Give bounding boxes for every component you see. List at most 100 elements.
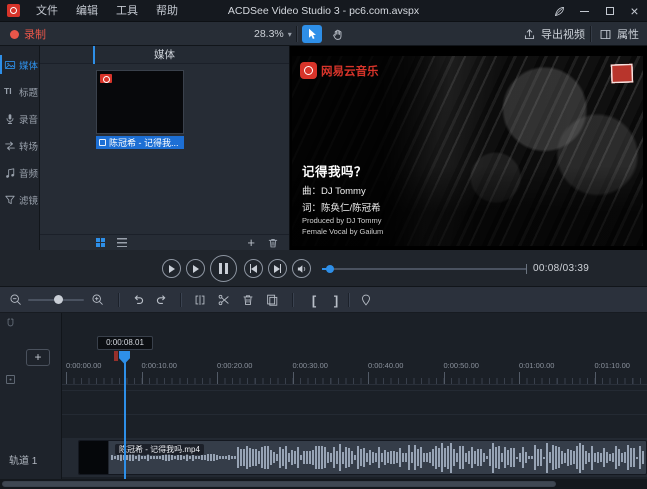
menu-编辑[interactable]: 编辑: [67, 0, 107, 22]
scrollbar-thumb[interactable]: [2, 481, 556, 487]
playhead-time: 0:00:08.01: [97, 336, 153, 350]
divider: [118, 293, 119, 307]
sidebar-item-录音[interactable]: 录音: [0, 105, 39, 132]
menu-工具[interactable]: 工具: [107, 0, 147, 22]
ruler-tick: 0:01:00.00: [519, 361, 555, 384]
close-button[interactable]: [622, 0, 647, 22]
export-icon: [523, 28, 536, 41]
sidebar-item-标题[interactable]: 标题: [0, 78, 39, 105]
timeline-zoom-handle[interactable]: [54, 295, 63, 304]
undo-icon[interactable]: [130, 292, 146, 308]
transition-icon: [4, 140, 16, 152]
app-window: 文件 编辑 工具 帮助 ACDSee Video Studio 3 - pc6.com…: [0, 0, 647, 489]
track-options-icon[interactable]: [4, 373, 17, 386]
window-controls: [547, 0, 647, 21]
preview-video: 网易云音乐 记得我吗？ 曲：DJ Tommy 词：陈奂仁/陈冠希 Produce…: [292, 56, 643, 246]
media-icon: [4, 59, 16, 71]
feather-icon[interactable]: [547, 0, 572, 22]
select-tool-button[interactable]: [302, 25, 322, 43]
media-panel-footer: [40, 234, 289, 250]
trash-icon[interactable]: [240, 292, 256, 308]
volume-button[interactable]: [292, 259, 311, 278]
grid-view-icon[interactable]: [96, 238, 105, 247]
film-icon: [99, 139, 106, 146]
next-frame-button[interactable]: [268, 259, 287, 278]
sidebar-item-转场[interactable]: 转场: [0, 132, 39, 159]
scissors-icon[interactable]: [216, 292, 232, 308]
brand-row: 网易云音乐: [300, 62, 379, 79]
zoom-in-icon[interactable]: [90, 292, 106, 308]
toolbar: 录制 28.3% 导出视频 属性: [0, 22, 647, 46]
sidebar-item-媒体[interactable]: 媒体: [0, 51, 39, 78]
maximize-button[interactable]: [597, 0, 622, 22]
previous-frame-button[interactable]: [244, 259, 263, 278]
song-title: 记得我吗？: [302, 165, 368, 179]
ruler-tick: 0:00:40.00: [368, 361, 404, 384]
properties-button[interactable]: 属性: [599, 22, 639, 46]
microphone-icon: [4, 113, 16, 125]
timeline-gutter: 轨道 1: [0, 313, 62, 479]
media-item-label: 陈冠希 - 记得我...: [96, 136, 184, 149]
snap-icon[interactable]: [4, 317, 17, 330]
record-button[interactable]: 录制: [0, 22, 56, 46]
timeline-ruler[interactable]: 0:00:00.00 0:00:10.00 0:00:20.00 0:00:30.00…: [62, 355, 647, 385]
title-icon: [4, 86, 16, 98]
preview-zoom-dropdown[interactable]: 28.3%: [250, 22, 296, 46]
audio-icon: [4, 167, 16, 179]
timeline-toolbar: [0, 287, 647, 313]
divider: [348, 293, 349, 307]
cursor-icon: [309, 28, 316, 39]
marker-icon[interactable]: [358, 292, 374, 308]
app-logo-icon: [7, 4, 20, 17]
ruler-tick: 0:01:10.00: [594, 361, 630, 384]
menu-文件[interactable]: 文件: [27, 0, 67, 22]
credit-music: 曲：DJ Tommy: [302, 186, 366, 197]
music-brand-icon: [300, 62, 317, 79]
mark-in-icon[interactable]: [306, 292, 322, 308]
add-media-button[interactable]: [247, 234, 255, 252]
credit-vocal: Female Vocal by Gailum: [302, 227, 384, 236]
play-selection-button[interactable]: [186, 259, 205, 278]
sidebar-item-滤镜[interactable]: 滤镜: [0, 186, 39, 213]
add-track-button[interactable]: [26, 349, 50, 366]
track-name: 轨道 1: [9, 456, 38, 467]
speaker-icon: [297, 264, 305, 273]
split-clip-icon[interactable]: [192, 292, 208, 308]
brand-badge-icon: [100, 74, 112, 83]
media-thumbnail: [96, 70, 184, 134]
time-display: 00:08/03:39: [533, 263, 590, 274]
transport-bar: 00:08/03:39: [0, 250, 647, 287]
timeline-clip[interactable]: 陈冠希 - 记得我吗.mp4: [78, 440, 647, 475]
hand-tool-button[interactable]: [327, 25, 347, 43]
zoom-out-icon[interactable]: [8, 292, 24, 308]
play-button[interactable]: [162, 259, 181, 278]
redo-icon[interactable]: [154, 292, 170, 308]
minimize-button[interactable]: [572, 0, 597, 22]
timeline: 轨道 1 0:00:00.000:00:10.000:00:20.000:00:…: [0, 313, 647, 479]
sidebar-item-音频[interactable]: 音频: [0, 159, 39, 186]
divider: [590, 26, 591, 42]
divider: [180, 293, 181, 307]
playhead-line[interactable]: [124, 361, 126, 479]
media-panel-header: 媒体: [40, 46, 289, 64]
titlebar: 文件 编辑 工具 帮助 ACDSee Video Studio 3 - pc6.com…: [0, 0, 647, 22]
export-video-button[interactable]: 导出视频: [523, 22, 585, 46]
hand-icon: [332, 29, 341, 40]
mark-out-icon[interactable]: [328, 292, 344, 308]
list-view-icon[interactable]: [117, 238, 127, 247]
filter-icon: [4, 194, 16, 206]
seek-handle[interactable]: [326, 265, 334, 273]
video-credits: 记得我吗？ 曲：DJ Tommy 词：陈奂仁/陈冠希 Produced by D…: [302, 161, 383, 236]
menu-帮助[interactable]: 帮助: [147, 0, 187, 22]
seek-end-mark: [526, 264, 527, 274]
pause-button[interactable]: [210, 255, 237, 282]
in-point-marker[interactable]: [114, 351, 118, 361]
lane-divider: [62, 390, 647, 391]
ruler-tick: 0:00:30.00: [292, 361, 328, 384]
delete-media-button[interactable]: [267, 237, 279, 249]
media-library-item[interactable]: 陈冠希 - 记得我...: [96, 70, 184, 149]
copy-icon[interactable]: [264, 292, 280, 308]
credit-produced: Produced by DJ Tommy: [302, 216, 382, 225]
seek-slider[interactable]: [322, 268, 527, 270]
panel-icon: [599, 28, 612, 41]
